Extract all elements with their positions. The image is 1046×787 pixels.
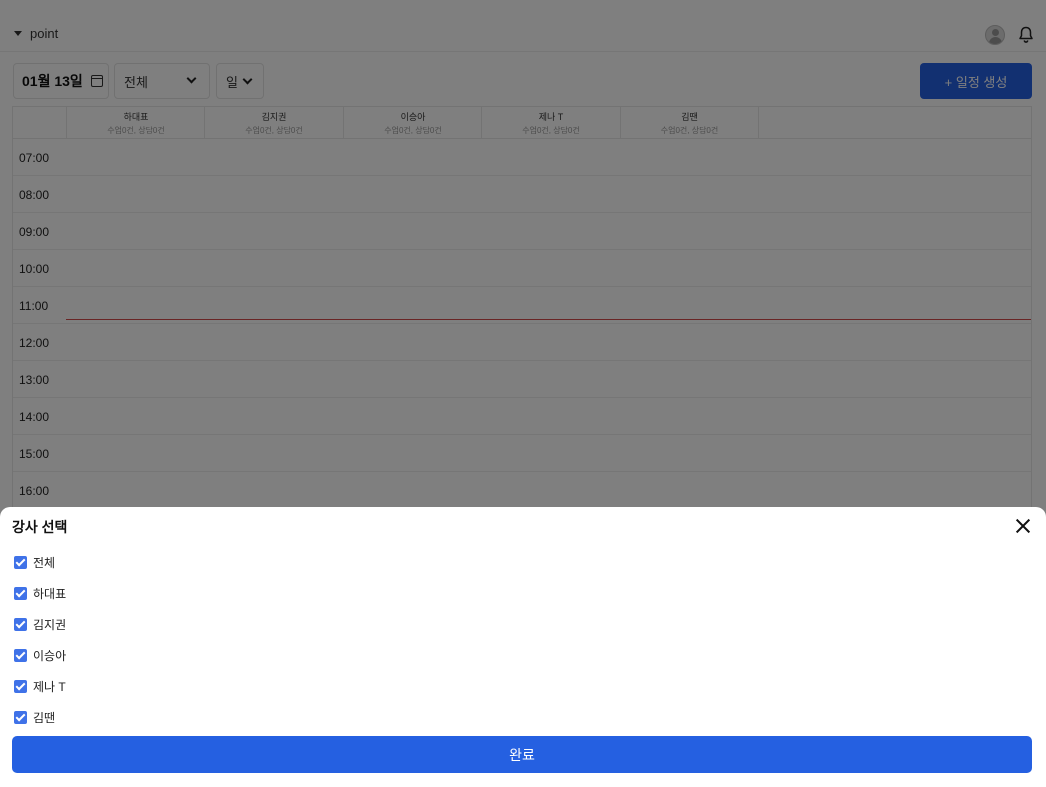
checkbox-checked-icon[interactable]: [14, 586, 27, 600]
option-label: 제나 T: [33, 679, 66, 694]
option-label: 이승아: [33, 648, 67, 663]
option-instructor[interactable]: 김지권: [14, 616, 66, 632]
done-button[interactable]: 완료: [12, 736, 1032, 773]
option-instructor[interactable]: 제나 T: [14, 678, 66, 694]
close-icon[interactable]: [1014, 517, 1032, 535]
option-label: 김땐: [33, 710, 56, 725]
checkbox-checked-icon[interactable]: [14, 617, 27, 631]
option-instructor[interactable]: 하대표: [14, 585, 66, 601]
option-label: 하대표: [33, 586, 67, 601]
checkbox-checked-icon[interactable]: [14, 679, 27, 693]
option-label: 김지권: [33, 617, 67, 632]
instructor-select-sheet: 강사 선택 전체 하대표 김지권 이승아 제나 T 김땐 완료: [0, 507, 1046, 787]
option-instructor[interactable]: 김땐: [14, 709, 55, 725]
option-label: 전체: [33, 555, 56, 570]
option-all[interactable]: 전체: [14, 554, 55, 570]
checkbox-checked-icon[interactable]: [14, 555, 27, 569]
checkbox-checked-icon[interactable]: [14, 648, 27, 662]
option-instructor[interactable]: 이승아: [14, 647, 66, 663]
checkbox-checked-icon[interactable]: [14, 710, 27, 724]
sheet-title: 강사 선택: [12, 519, 68, 535]
